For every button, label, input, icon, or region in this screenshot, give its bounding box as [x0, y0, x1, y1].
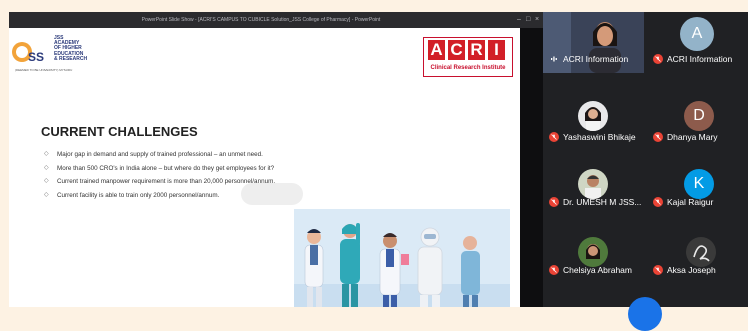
acri-letter: A: [428, 40, 445, 60]
avatar: D: [684, 101, 714, 131]
avatar: A: [680, 17, 714, 51]
screen-share-window: PowerPoint Slide Show - [ACRI'S CAMPUS T…: [9, 12, 543, 307]
mic-off-icon: [549, 265, 559, 275]
avatar: [578, 101, 608, 131]
participant-tile[interactable]: Dr. UMESH M JSS...: [543, 164, 644, 225]
mic-active-icon: [549, 54, 559, 64]
mic-off-icon: [653, 54, 663, 64]
avatar: K: [684, 169, 714, 199]
healthcare-workers-illustration: [294, 209, 510, 307]
participant-name: ACRI Information: [563, 54, 629, 64]
participant-name: Kajal Raigur: [667, 197, 714, 207]
mic-off-icon: [653, 197, 663, 207]
participant-tile[interactable]: K Kajal Raigur: [647, 164, 748, 225]
avatar: [686, 237, 716, 267]
participant-name: Dhanya Mary: [667, 132, 718, 142]
avatar: [578, 169, 608, 199]
jss-logo-text: JSS ACADEMY OF HIGHER EDUCATION & RESEAR…: [54, 35, 88, 62]
minimize-button[interactable]: –: [517, 12, 521, 28]
participant-label: Aksa Joseph: [653, 265, 716, 275]
acri-letter: R: [468, 40, 485, 60]
participant-name: Aksa Joseph: [667, 265, 716, 275]
participant-name: Dr. UMESH M JSS...: [563, 197, 642, 207]
participant-label: Yashaswini Bhikaje: [549, 132, 636, 142]
mic-off-icon: [549, 132, 559, 142]
acri-letter: I: [488, 40, 505, 60]
slide-heading: CURRENT CHALLENGES: [41, 124, 198, 139]
presentation-slide: SS JSS ACADEMY OF HIGHER EDUCATION & RES…: [9, 28, 520, 307]
svg-text:SS: SS: [28, 50, 44, 64]
acri-logo: A C R I Clinical Research Institute: [423, 37, 513, 77]
jss-logo-subtitle: (DEEMED TO BE UNIVERSITY) MYSURU: [15, 68, 73, 72]
acri-letter: C: [448, 40, 465, 60]
presenter-sidebar: [520, 28, 543, 307]
participant-name: Chelsiya Abraham: [563, 265, 632, 275]
maximize-button[interactable]: □: [526, 12, 530, 28]
bullet-item: More than 500 CRO's in India alone – but…: [44, 165, 294, 173]
participant-tile[interactable]: Chelsiya Abraham: [543, 232, 644, 293]
bullet-item: Major gap in demand and supply of traine…: [44, 151, 294, 159]
acri-logo-subtitle: Clinical Research Institute: [424, 63, 512, 73]
participant-name: ACRI Information: [667, 54, 733, 64]
mic-off-icon: [549, 197, 559, 207]
participant-name: Yashaswini Bhikaje: [563, 132, 636, 142]
powerpoint-title-bar: PowerPoint Slide Show - [ACRI'S CAMPUS T…: [9, 12, 543, 28]
participant-label: Dhanya Mary: [653, 132, 718, 142]
participant-tile[interactable]: D Dhanya Mary: [647, 96, 748, 157]
overlay-pill: [241, 183, 303, 205]
avatar: [628, 297, 662, 331]
participant-tile[interactable]: A ACRI Information: [647, 12, 748, 73]
participant-label: ACRI Information: [549, 54, 628, 64]
participant-label: Kajal Raigur: [653, 197, 713, 207]
participant-label: Dr. UMESH M JSS...: [549, 197, 641, 207]
participant-grid: ACRI Information A ACRI Information Yash…: [543, 12, 748, 331]
participant-tile[interactable]: Yashaswini Bhikaje: [543, 96, 644, 157]
close-button[interactable]: ×: [535, 12, 539, 28]
participant-tile[interactable]: ACRI Information: [543, 12, 644, 73]
mic-off-icon: [653, 132, 663, 142]
mic-off-icon: [653, 265, 663, 275]
avatar: [578, 237, 608, 267]
participant-tile[interactable]: Aksa Joseph: [647, 232, 748, 293]
window-title: PowerPoint Slide Show - [ACRI'S CAMPUS T…: [141, 17, 381, 23]
participant-label: ACRI Information: [653, 54, 732, 64]
participant-label: Chelsiya Abraham: [549, 265, 632, 275]
